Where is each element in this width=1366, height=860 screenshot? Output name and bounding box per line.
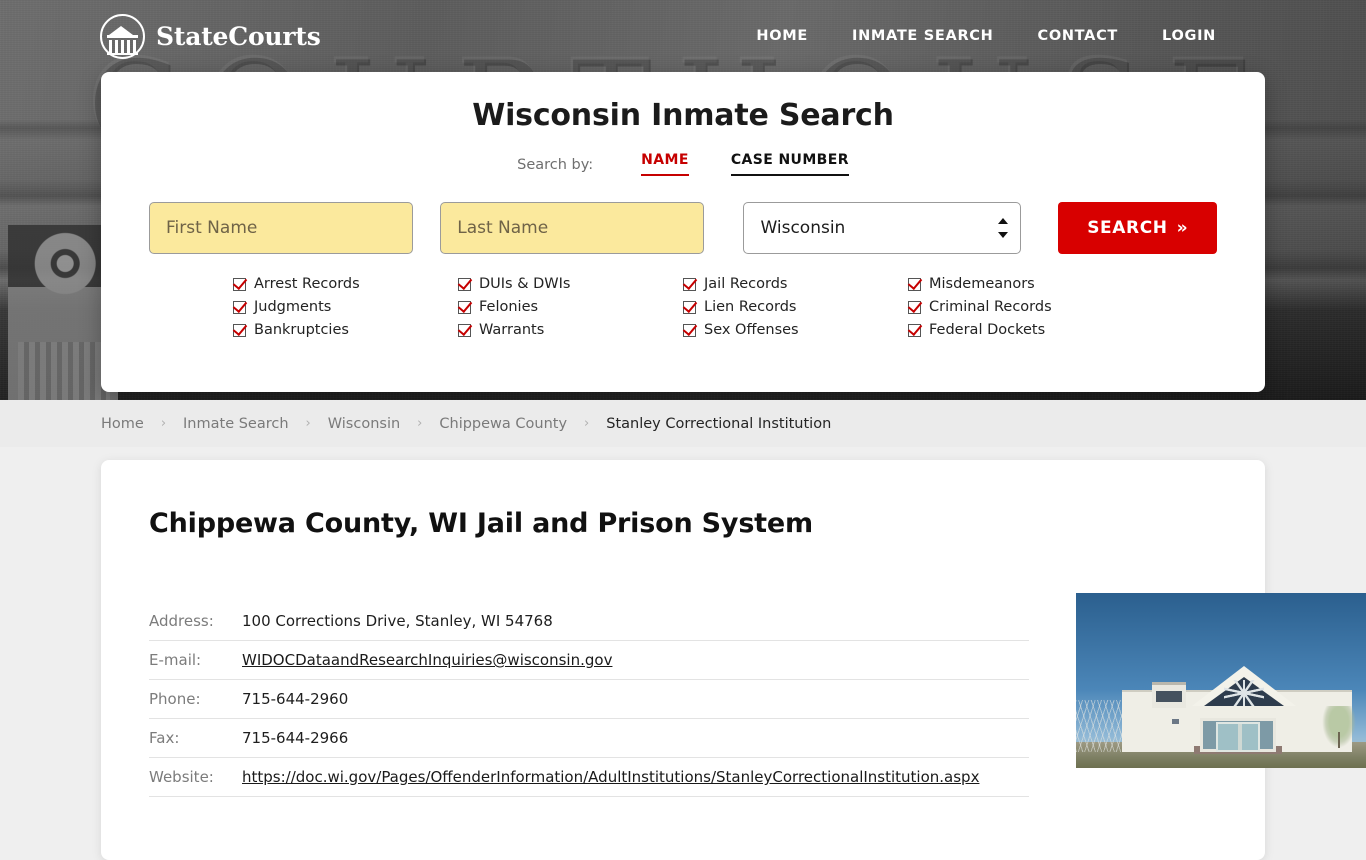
breadcrumb-item-home[interactable]: Home	[101, 416, 144, 432]
check-item[interactable]: Criminal Records	[908, 299, 1133, 315]
search-button[interactable]: SEARCH »	[1058, 202, 1218, 254]
info-value: https://doc.wi.gov/Pages/OffenderInforma…	[242, 757, 1029, 797]
tab-name[interactable]: NAME	[641, 152, 689, 176]
hero-section: COURTHOUSE StateCourts HOME INMATE SEARC…	[0, 0, 1366, 400]
checkbox-checked-icon	[683, 323, 696, 337]
info-key: E-mail:	[149, 640, 242, 680]
check-label: Federal Dockets	[929, 322, 1046, 338]
check-label: DUIs & DWIs	[479, 276, 571, 292]
check-label: Criminal Records	[929, 299, 1052, 315]
nav-contact[interactable]: CONTACT	[1037, 28, 1118, 44]
check-label: Jail Records	[704, 276, 788, 292]
main-nav: HOME INMATE SEARCH CONTACT LOGIN	[756, 28, 1216, 44]
last-name-input[interactable]	[440, 202, 705, 254]
check-label: Felonies	[479, 299, 539, 315]
state-select-wrapper: Wisconsin	[743, 202, 1022, 254]
nav-inmate-search[interactable]: INMATE SEARCH	[852, 28, 994, 44]
breadcrumb-item-current: Stanley Correctional Institution	[606, 415, 832, 432]
check-item[interactable]: Misdemeanors	[908, 276, 1133, 292]
check-item[interactable]: DUIs & DWIs	[458, 276, 683, 292]
check-item[interactable]: Felonies	[458, 299, 683, 315]
check-label: Bankruptcies	[254, 322, 349, 338]
info-value: 100 Corrections Drive, Stanley, WI 54768	[242, 602, 1029, 641]
nav-login[interactable]: LOGIN	[1162, 28, 1216, 44]
check-label: Judgments	[254, 299, 332, 315]
checkbox-checked-icon	[908, 300, 921, 314]
table-row: Fax: 715-644-2966	[149, 718, 1029, 758]
check-item[interactable]: Sex Offenses	[683, 322, 908, 338]
check-item[interactable]: Judgments	[233, 299, 458, 315]
search-card-title: Wisconsin Inmate Search	[472, 98, 894, 133]
info-key: Phone:	[149, 679, 242, 719]
inmate-search-card: Wisconsin Inmate Search Search by: NAME …	[101, 72, 1265, 392]
search-form-row: Wisconsin SEARCH »	[101, 202, 1265, 254]
checkbox-checked-icon	[458, 277, 471, 291]
check-label: Sex Offenses	[704, 322, 799, 338]
table-row: Phone: 715-644-2960	[149, 679, 1029, 719]
table-row: Website: https://doc.wi.gov/Pages/Offend…	[149, 757, 1029, 797]
website-link[interactable]: https://doc.wi.gov/Pages/OffenderInforma…	[242, 768, 979, 786]
brand-name: StateCourts	[156, 21, 321, 51]
checkbox-checked-icon	[458, 300, 471, 314]
search-button-label: SEARCH	[1087, 218, 1168, 238]
info-key: Website:	[149, 757, 242, 797]
breadcrumb-item-chippewa-county[interactable]: Chippewa County	[439, 416, 567, 432]
checkbox-checked-icon	[683, 277, 696, 291]
check-item[interactable]: Jail Records	[683, 276, 908, 292]
search-by-row: Search by: NAME CASE NUMBER	[101, 152, 1265, 176]
page-title: Chippewa County, WI Jail and Prison Syst…	[149, 508, 813, 539]
chevron-right-icon: ›	[305, 416, 311, 431]
check-item[interactable]: Lien Records	[683, 299, 908, 315]
info-key: Fax:	[149, 718, 242, 758]
checkbox-checked-icon	[233, 277, 246, 291]
breadcrumb-item-wisconsin[interactable]: Wisconsin	[328, 416, 400, 432]
table-row: Address: 100 Corrections Drive, Stanley,…	[149, 602, 1029, 641]
chevron-right-icon: ›	[417, 416, 423, 431]
record-type-checklist: Arrest Records DUIs & DWIs Jail Records …	[101, 254, 1265, 338]
info-value: 715-644-2966	[242, 718, 1029, 758]
info-key: Address:	[149, 602, 242, 641]
check-label: Misdemeanors	[929, 276, 1035, 292]
search-by-label: Search by:	[517, 157, 594, 173]
check-label: Lien Records	[704, 299, 797, 315]
check-item[interactable]: Federal Dockets	[908, 322, 1133, 338]
check-item[interactable]: Bankruptcies	[233, 322, 458, 338]
check-label: Warrants	[479, 322, 545, 338]
check-label: Arrest Records	[254, 276, 360, 292]
first-name-input[interactable]	[149, 202, 414, 254]
courthouse-circle-icon	[100, 13, 145, 59]
table-row: E-mail: WIDOCDataandResearchInquiries@wi…	[149, 640, 1029, 680]
check-item[interactable]: Warrants	[458, 322, 683, 338]
email-link[interactable]: WIDOCDataandResearchInquiries@wisconsin.…	[242, 651, 612, 669]
checkbox-checked-icon	[233, 300, 246, 314]
info-value: WIDOCDataandResearchInquiries@wisconsin.…	[242, 640, 1029, 680]
breadcrumb: Home › Inmate Search › Wisconsin › Chipp…	[0, 400, 1366, 447]
state-select[interactable]: Wisconsin	[743, 202, 1022, 254]
facility-photo	[1076, 593, 1366, 768]
check-item[interactable]: Arrest Records	[233, 276, 458, 292]
checkbox-checked-icon	[908, 277, 921, 291]
top-navigation-bar: StateCourts HOME INMATE SEARCH CONTACT L…	[0, 0, 1366, 72]
breadcrumb-item-inmate-search[interactable]: Inmate Search	[183, 416, 289, 432]
info-value: 715-644-2960	[242, 679, 1029, 719]
nav-home[interactable]: HOME	[756, 28, 808, 44]
checkbox-checked-icon	[233, 323, 246, 337]
chevron-right-icon: ›	[584, 416, 590, 431]
checkbox-checked-icon	[908, 323, 921, 337]
brand-logo-link[interactable]: StateCourts	[100, 13, 321, 59]
tab-case-number[interactable]: CASE NUMBER	[730, 152, 849, 176]
checkbox-checked-icon	[683, 300, 696, 314]
chevron-right-icon: ›	[160, 416, 167, 431]
checkbox-checked-icon	[458, 323, 471, 337]
perimeter-fence	[1076, 700, 1124, 752]
double-chevron-right-icon: »	[1176, 217, 1189, 238]
